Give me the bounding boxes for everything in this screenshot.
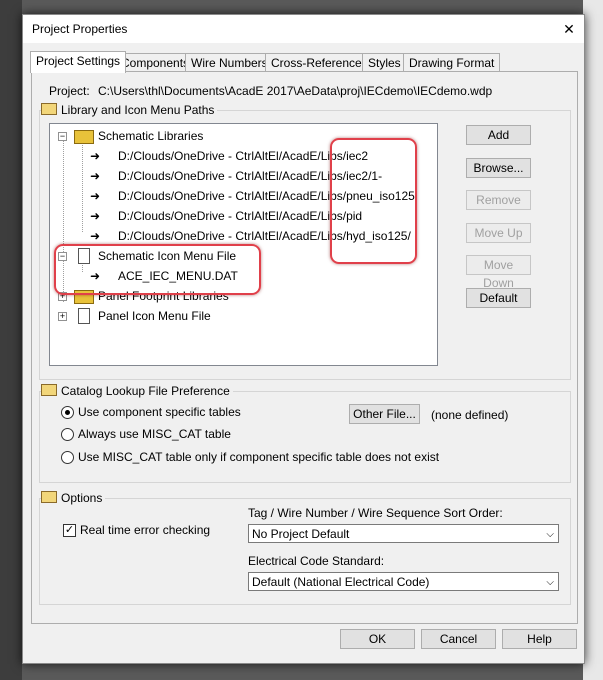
tab-styles[interactable]: Styles — [362, 53, 407, 72]
collapse-icon[interactable]: − — [58, 132, 67, 141]
project-label: Project: — [49, 84, 90, 98]
arrow-icon: ➜ — [90, 209, 101, 223]
realtime-error-label: Real time error checking — [80, 523, 211, 537]
other-file-value: (none defined) — [431, 408, 509, 422]
background-app-left — [0, 0, 22, 680]
background-app-right — [583, 0, 603, 680]
highlight-icon-menu-file — [54, 244, 261, 295]
remove-button[interactable]: Remove — [466, 190, 531, 210]
default-button[interactable]: Default — [466, 288, 531, 308]
help-button[interactable]: Help — [502, 629, 577, 649]
group-icon — [41, 103, 57, 115]
project-path: C:\Users\thl\Documents\AcadE 2017\AeData… — [98, 84, 493, 98]
chevron-down-icon: ⌵ — [546, 529, 554, 540]
highlight-library-suffixes — [330, 138, 417, 264]
tree-guide-line — [82, 142, 83, 232]
close-icon[interactable]: ✕ — [554, 15, 584, 43]
arrow-icon: ➜ — [90, 189, 101, 203]
arrow-icon: ➜ — [90, 169, 101, 183]
sort-order-dropdown[interactable]: No Project Default ⌵ — [248, 524, 559, 543]
browse-button[interactable]: Browse... — [466, 158, 531, 178]
window-title: Project Properties — [32, 22, 128, 36]
library-folder-icon — [74, 130, 94, 144]
arrow-icon: ➜ — [90, 149, 101, 163]
realtime-error-checkbox[interactable]: ✓ — [63, 524, 76, 537]
electrical-code-dropdown[interactable]: Default (National Electrical Code) ⌵ — [248, 572, 559, 591]
ok-button[interactable]: OK — [340, 629, 415, 649]
library-path-item[interactable]: ➜ D:/Clouds/OneDrive - CtrlAltEl/AcadE/Li… — [90, 207, 362, 225]
title-bar: Project Properties ✕ — [23, 15, 584, 43]
tab-components[interactable]: Components — [115, 53, 196, 72]
catalog-lookup-legend: Catalog Lookup File Preference — [41, 384, 233, 398]
group-icon — [41, 491, 57, 503]
electrical-code-label: Electrical Code Standard: — [248, 554, 385, 568]
arrow-icon: ➜ — [90, 229, 101, 243]
move-up-button[interactable]: Move Up — [466, 223, 531, 243]
expand-icon[interactable]: + — [58, 312, 67, 321]
catalog-option-label: Use MISC_CAT table only if component spe… — [78, 450, 440, 464]
catalog-option-label: Always use MISC_CAT table — [78, 427, 231, 441]
add-button[interactable]: Add — [466, 125, 531, 145]
tab-drawing-format[interactable]: Drawing Format — [403, 53, 501, 72]
move-down-button[interactable]: Move Down — [466, 255, 531, 290]
cancel-button[interactable]: Cancel — [421, 629, 496, 649]
catalog-option-label: Use component specific tables — [78, 405, 241, 419]
options-legend: Options — [41, 491, 106, 505]
group-icon — [41, 384, 57, 396]
tab-cross-references[interactable]: Cross-References — [265, 53, 374, 72]
catalog-radio-component-tables[interactable] — [61, 406, 74, 419]
tab-project-settings[interactable]: Project Settings — [30, 51, 127, 73]
library-path-item[interactable]: ➜ D:/Clouds/OneDrive - CtrlAltEl/AcadE/Li… — [90, 147, 368, 165]
catalog-radio-misc-cat[interactable] — [61, 428, 74, 441]
library-paths-legend: Library and Icon Menu Paths — [41, 103, 218, 117]
sort-order-label: Tag / Wire Number / Wire Sequence Sort O… — [248, 506, 503, 520]
project-properties-dialog: Project Properties ✕ Project Settings Co… — [22, 14, 585, 664]
project-settings-panel: Project: C:\Users\thl\Documents\AcadE 20… — [31, 71, 578, 624]
tree-node-label: Panel Icon Menu File — [98, 309, 211, 323]
tab-wire-numbers[interactable]: Wire Numbers — [185, 53, 274, 72]
other-file-button[interactable]: Other File... — [349, 404, 420, 424]
catalog-radio-misc-cat-fallback[interactable] — [61, 451, 74, 464]
tree-node-label: Schematic Libraries — [98, 129, 204, 143]
chevron-down-icon: ⌵ — [546, 577, 554, 588]
file-icon — [78, 308, 90, 324]
